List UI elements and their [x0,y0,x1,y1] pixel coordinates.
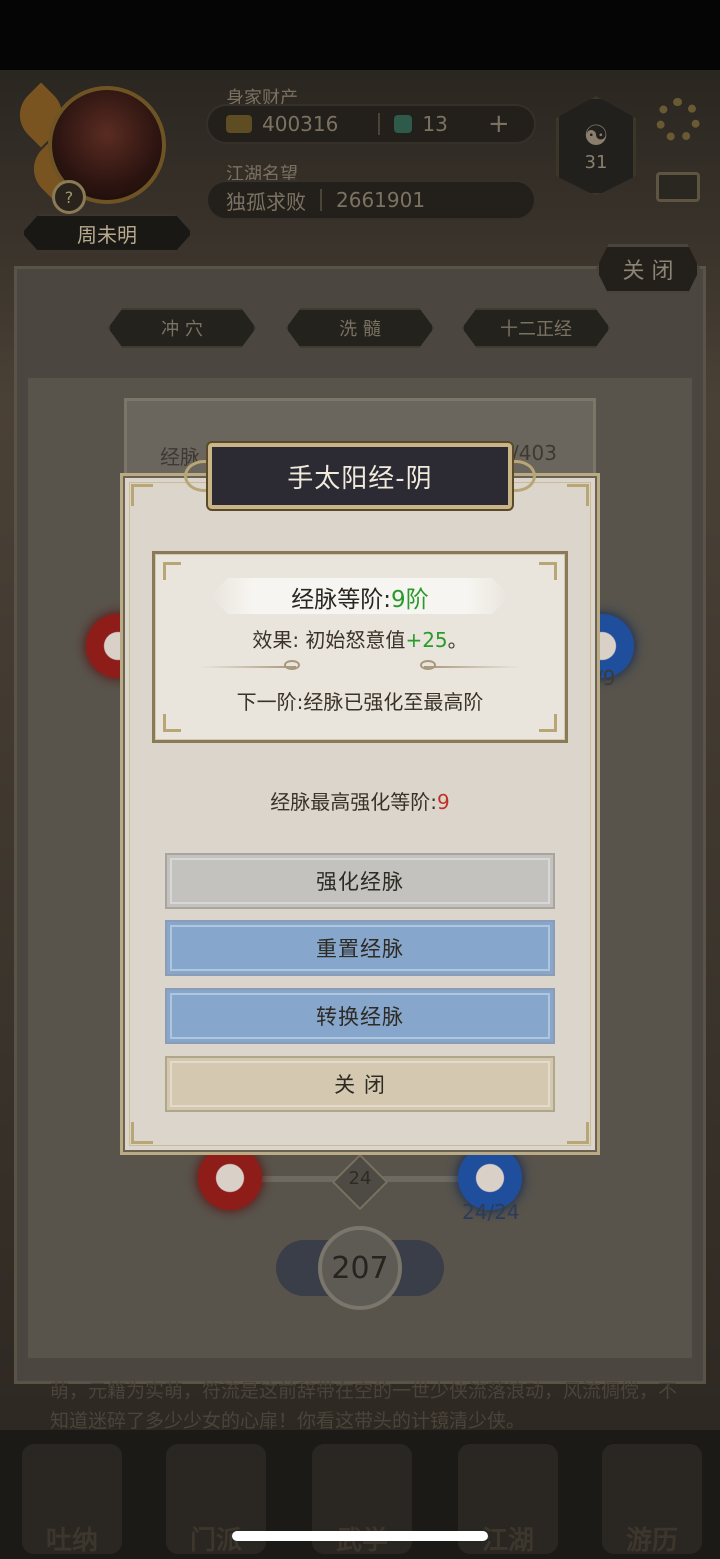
grade-label: 经脉等阶: [291,587,392,613]
corner-ornament [131,484,153,506]
tab-twelve-meridians[interactable]: 十二正经 [462,308,610,348]
reset-meridian-button[interactable]: 重置经脉 [165,920,555,976]
corner-ornament [567,484,589,506]
gold-ingot-icon [226,115,252,133]
reputation-title: 独孤求败 [226,189,306,214]
max-grade-value: 9 [437,790,450,814]
corner-ornament [163,714,181,732]
home-indicator[interactable] [232,1531,488,1541]
divider-ornament-icon [420,660,436,670]
jade-icon [394,115,413,133]
nav-label: 吐纳 [45,1526,98,1556]
story-text: 萌，元籍为实萌，符流是这前辞带在空的一世少侠流落浪动，风流倜傥，不知道迷碎了多少… [50,1380,678,1432]
grade-value: 9 [391,587,406,613]
meridian-grade: 经脉等阶:9阶 [0,580,720,614]
total-points: 207 [318,1226,402,1310]
effect-label: 效果: 初始怒意值 [252,628,406,652]
convert-meridian-button[interactable]: 转换经脉 [165,988,555,1044]
max-grade-label: 经脉最高强化等阶: [270,790,437,814]
node-progress: 24/24 [462,1200,520,1224]
player-name: 周未明 [22,214,192,252]
corner-ornament [539,714,557,732]
taiji-badge[interactable]: ☯ 31 [556,96,636,196]
vip-badge-icon: ? [52,180,86,214]
next-grade-text: 下一阶:经脉已强化至最高阶 [236,690,484,714]
divider [200,666,296,668]
add-currency-button[interactable]: + [488,109,510,139]
node-level: 24 [348,1168,372,1189]
nav-label: 游历 [625,1526,678,1556]
meridian-effect: 效果: 初始怒意值+25。 [0,624,720,653]
status-bar [0,0,720,70]
tab-xisui[interactable]: 洗 髓 [286,308,434,348]
taiji-count: 31 [584,152,608,173]
corner-ornament [131,1122,153,1144]
jade-amount: 13 [422,112,448,136]
divider [424,666,520,668]
dialog-close-button[interactable]: 关 闭 [165,1056,555,1112]
corner-ornament [567,1122,589,1144]
yin-node-icon[interactable] [198,1146,262,1210]
corner-ornament [539,562,557,580]
effect-value: +25 [405,628,448,652]
taiji-icon: ☯ [583,119,609,152]
resources-bar: 400316 13 + [206,104,536,144]
gear-icon[interactable] [656,98,700,142]
reputation-value: 2661901 [336,188,426,212]
enhance-meridian-button[interactable]: 强化经脉 [165,853,555,909]
reputation-bar: 独孤求败 2661901 [206,180,536,220]
tab-chongxue[interactable]: 冲 穴 [108,308,256,348]
dialog-title: 手太阳经-阴 [208,443,512,509]
player-avatar-area[interactable]: ? [8,82,178,214]
divider-ornament-icon [284,660,300,670]
grade-unit: 阶 [405,587,429,613]
max-grade: 经脉最高强化等阶:9 [0,786,720,815]
mail-icon[interactable] [656,172,700,202]
corner-ornament [163,562,181,580]
gold-amount: 400316 [262,112,339,136]
effect-suffix: 。 [447,628,468,652]
panel-close-button[interactable]: 关 闭 [596,244,700,294]
